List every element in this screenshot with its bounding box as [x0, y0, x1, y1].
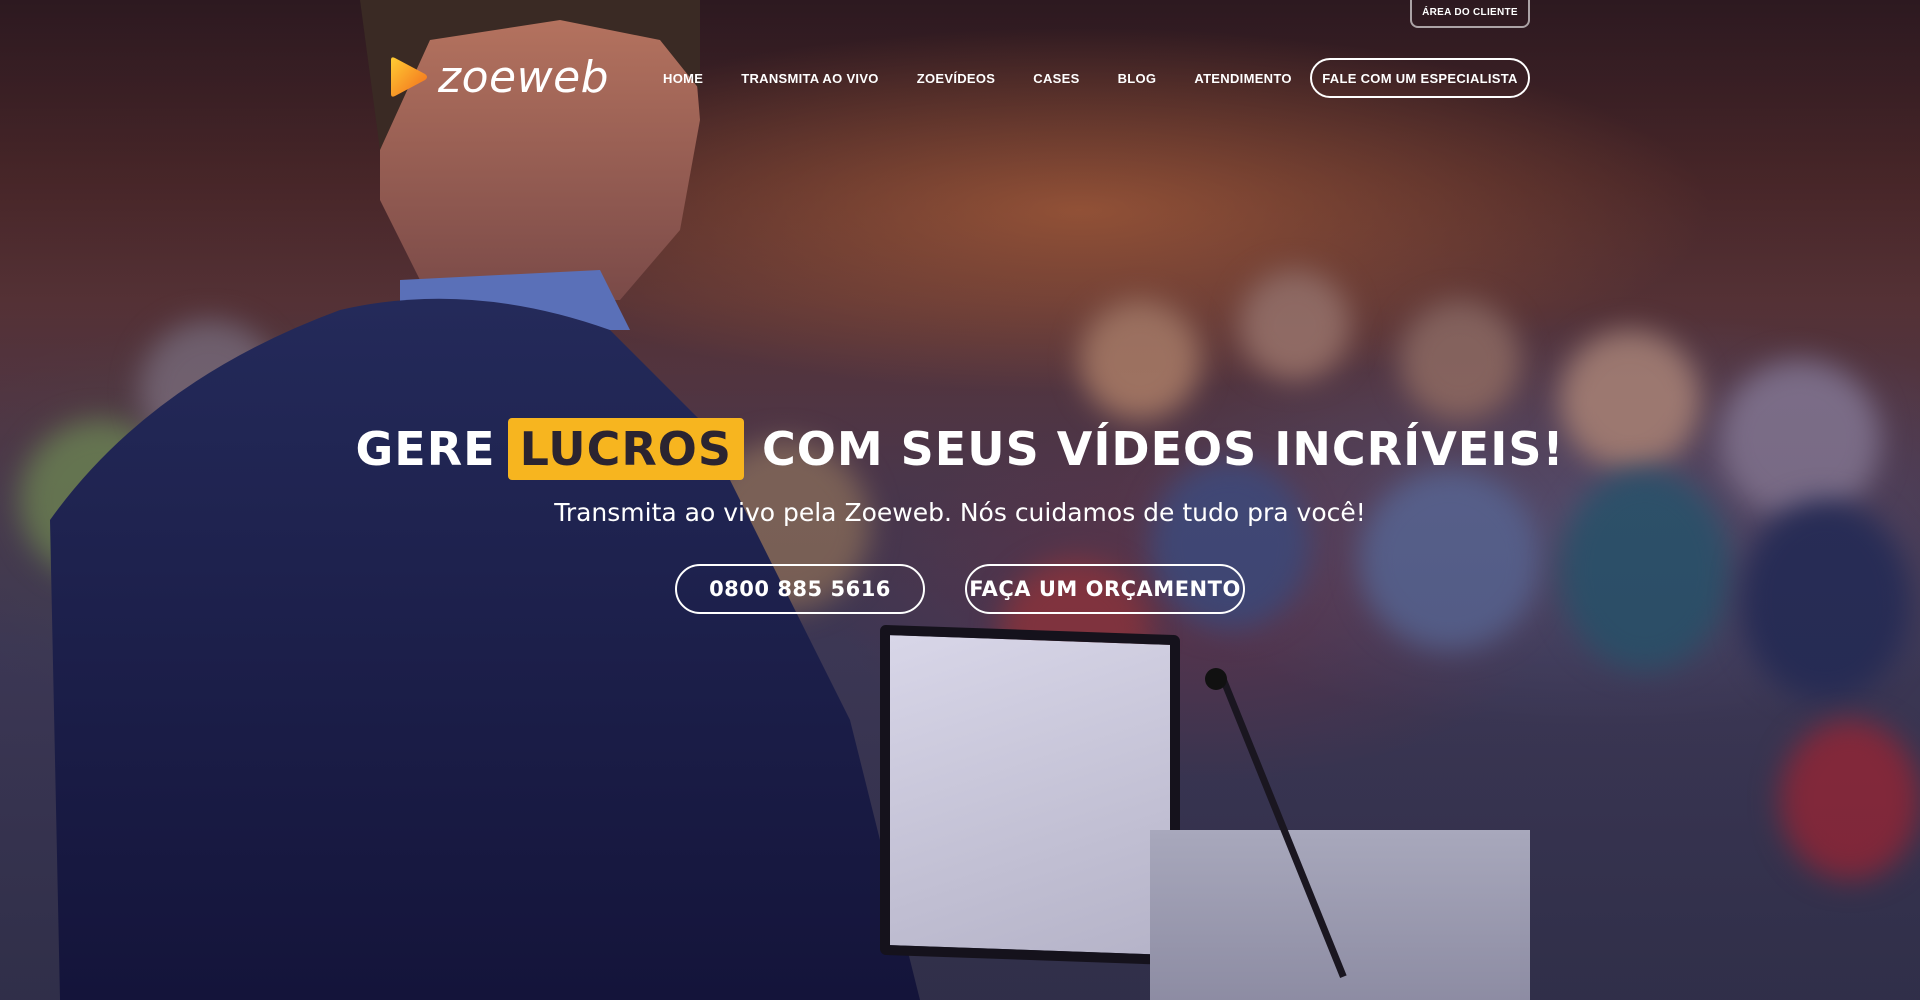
play-triangle-icon	[391, 57, 427, 97]
nav-item-cases[interactable]: CASES	[1033, 71, 1079, 86]
nav-item-atendimento[interactable]: ATENDIMENTO	[1194, 71, 1291, 86]
nav-item-zoevideos[interactable]: ZOEVÍDEOS	[917, 71, 996, 86]
main-navigation: HOME TRANSMITA AO VIVO ZOEVÍDEOS CASES B…	[663, 66, 1292, 90]
nav-item-blog[interactable]: BLOG	[1118, 71, 1157, 86]
client-area-link[interactable]: ÁREA DO CLIENTE	[1410, 0, 1530, 28]
hero-subheadline: Transmita ao vivo pela Zoeweb. Nós cuida…	[554, 498, 1366, 527]
microphone-icon	[1205, 668, 1227, 690]
hero-headline: GERE LUCROS COM SEUS VÍDEOS INCRÍVEIS!	[0, 418, 1920, 480]
headline-highlight: LUCROS	[507, 418, 745, 480]
hero-section: ÁREA DO CLIENTE zoeweb HOME TRANSMITA AO…	[0, 0, 1920, 1000]
phone-button[interactable]: 0800 885 5616	[675, 564, 925, 614]
logo-text: zoeweb	[438, 51, 610, 103]
nav-item-home[interactable]: HOME	[663, 71, 703, 86]
request-quote-button[interactable]: FAÇA UM ORÇAMENTO	[965, 564, 1245, 614]
headline-text-after: COM SEUS VÍDEOS INCRÍVEIS!	[762, 422, 1565, 476]
headline-text-before: GERE	[355, 422, 496, 476]
nav-item-transmita-ao-vivo[interactable]: TRANSMITA AO VIVO	[741, 71, 879, 86]
logo[interactable]: zoeweb	[388, 51, 610, 103]
laptop-screen	[880, 624, 1180, 966]
talk-to-specialist-button[interactable]: FALE COM UM ESPECIALISTA	[1310, 58, 1530, 98]
